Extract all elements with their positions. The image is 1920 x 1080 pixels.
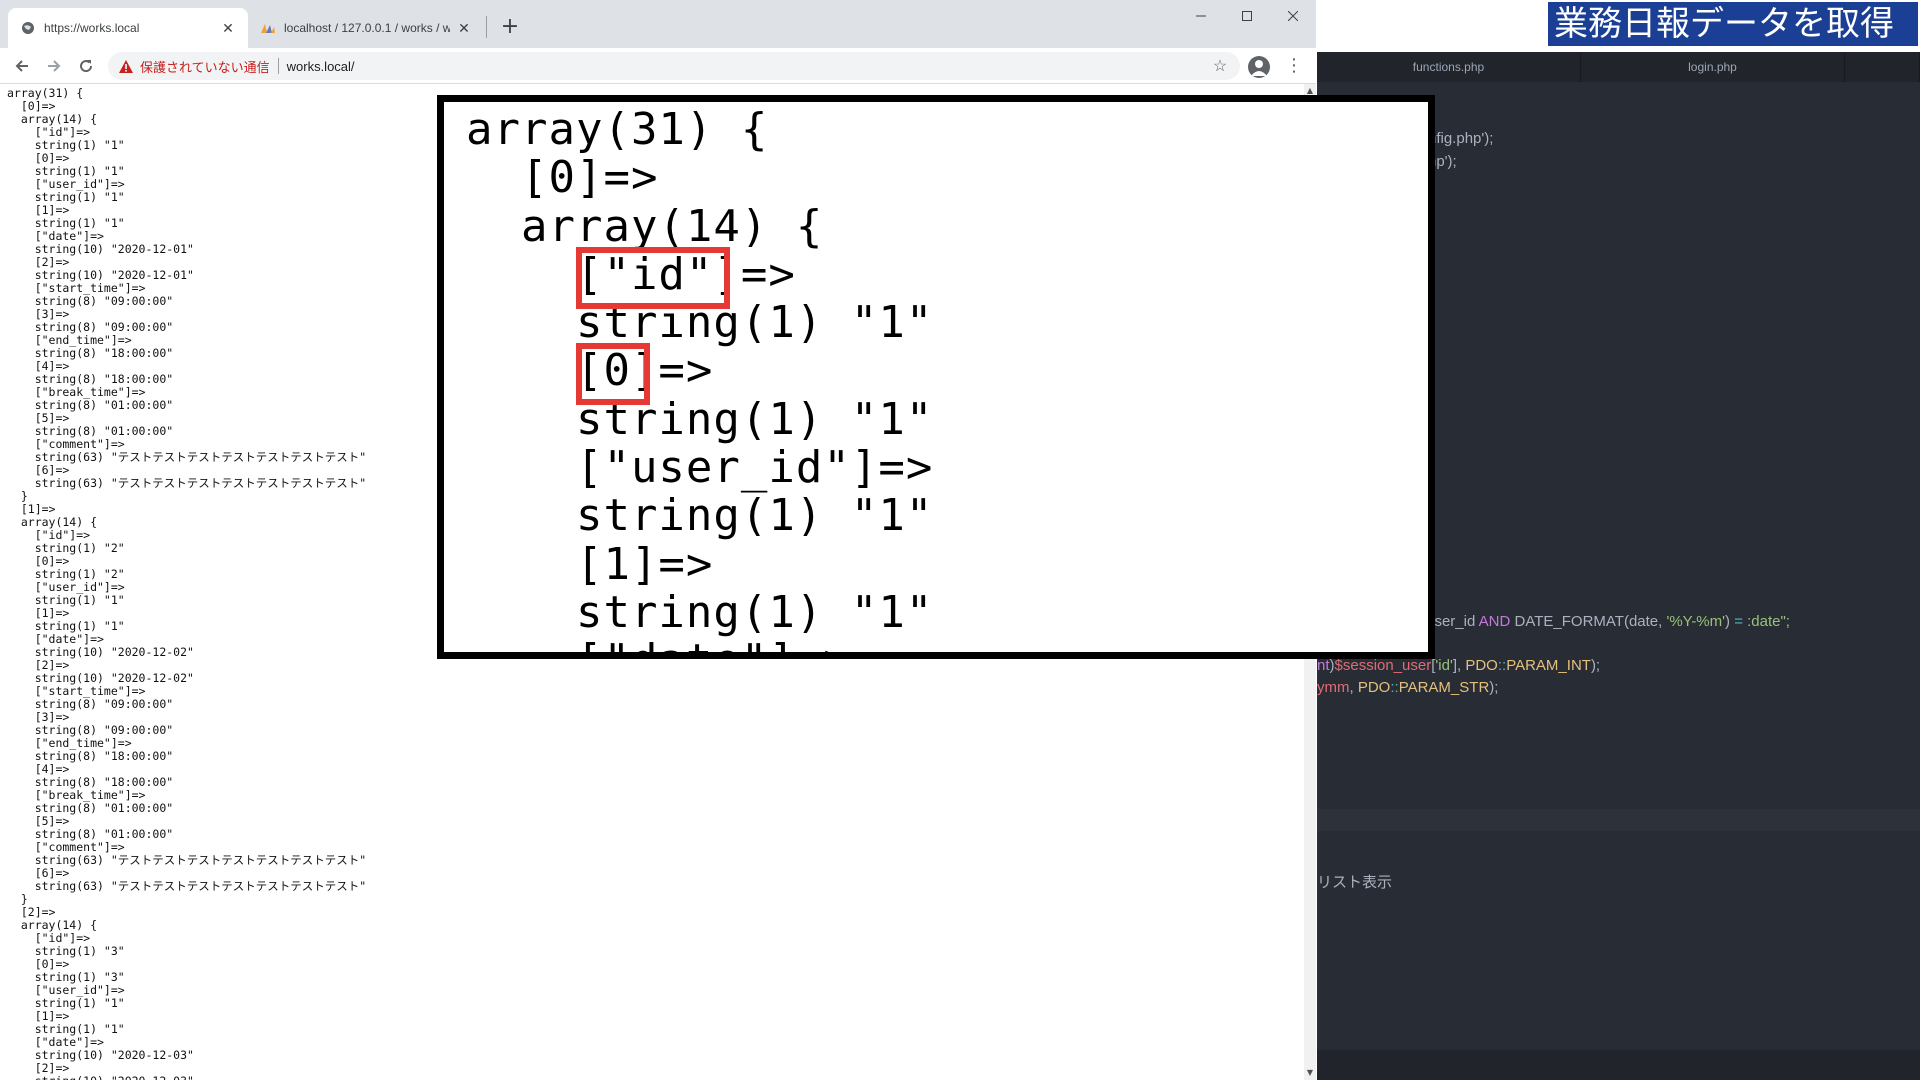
more-menu-icon[interactable]: ⋮ bbox=[1284, 54, 1304, 78]
zoom-line: string(1) "1" bbox=[466, 586, 934, 638]
dump-line: array(31) { bbox=[7, 86, 84, 100]
code-token: リスト表示 bbox=[1317, 874, 1393, 891]
code-line[interactable]: ymm, PDO::PARAM_STR); bbox=[1317, 679, 1498, 696]
editor-tabs: functions.php login.php bbox=[1317, 52, 1920, 82]
code-token: PDO bbox=[1357, 679, 1391, 696]
browser-toolbar: 保護されていない通信 works.local/ ☆ ⋮ bbox=[0, 48, 1316, 84]
editor-tab-login[interactable]: login.php bbox=[1581, 52, 1845, 82]
zoomed-var-dump: array(31) { [0]=> array(14) { ["id"]=> s… bbox=[466, 104, 934, 652]
code-token: DATE_FORMAT(date, bbox=[1514, 613, 1667, 630]
maximize-icon[interactable] bbox=[1224, 0, 1270, 32]
dump-line: } bbox=[7, 489, 28, 503]
code-token: :: bbox=[1390, 679, 1399, 696]
code-token: nt bbox=[1317, 657, 1330, 674]
close-tab-icon[interactable]: ✕ bbox=[456, 20, 472, 36]
minimize-icon[interactable] bbox=[1178, 0, 1224, 32]
close-tab-icon[interactable]: ✕ bbox=[220, 20, 236, 36]
tab-strip: https://works.local ✕ localhost / 127.0.… bbox=[0, 0, 1316, 48]
zoom-line: string(1) "1" bbox=[466, 490, 934, 542]
title-banner: 業務日報データを取得 bbox=[1546, 0, 1920, 48]
url-text[interactable]: works.local/ bbox=[287, 59, 1208, 74]
zoom-line: ["user_id"]=> bbox=[466, 442, 934, 494]
close-window-icon[interactable] bbox=[1270, 0, 1316, 32]
zoom-callout: array(31) { [0]=> array(14) { ["id"]=> s… bbox=[438, 96, 1434, 658]
code-token: :: bbox=[1497, 657, 1507, 674]
zoom-line: [1]=> bbox=[466, 538, 714, 590]
reload-icon[interactable] bbox=[72, 52, 100, 80]
back-arrow-icon[interactable] bbox=[8, 52, 36, 80]
editor-status-bar bbox=[1317, 1050, 1920, 1080]
warning-icon[interactable] bbox=[118, 58, 134, 74]
highlight-id-key bbox=[576, 247, 730, 309]
zoom-line: string(1) "1" bbox=[466, 393, 934, 445]
tab-title: https://works.local bbox=[44, 21, 140, 35]
dump-line: string(63) "テストテストテストテストテストテストテスト" bbox=[7, 879, 367, 893]
dump-line: string(10) "2020-12-03" bbox=[7, 1075, 366, 1080]
address-bar[interactable]: 保護されていない通信 works.local/ ☆ bbox=[108, 52, 1240, 80]
new-tab-button[interactable]: + bbox=[496, 14, 524, 42]
code-token: '%Y-%m' bbox=[1666, 613, 1726, 630]
var-dump-output: array(31) { [0]=> array(14) { ["id"]=> s… bbox=[7, 87, 366, 1080]
code-line[interactable]: nt)$session_user['id'], PDO::PARAM_INT); bbox=[1317, 657, 1600, 674]
editor-tab-empty bbox=[1845, 52, 1920, 82]
code-token: $session_user bbox=[1334, 657, 1432, 674]
code-token: ymm bbox=[1317, 679, 1350, 696]
dump-line: } bbox=[7, 892, 28, 906]
zoom-line: array(31) { bbox=[466, 104, 769, 155]
forward-arrow-icon[interactable] bbox=[40, 52, 68, 80]
profile-avatar-icon[interactable] bbox=[1248, 56, 1270, 78]
code-token: = bbox=[1734, 613, 1748, 630]
scroll-down-icon[interactable]: ▼ bbox=[1304, 1066, 1316, 1080]
tab-title: localhost / 127.0.0.1 / works / wo bbox=[284, 21, 450, 35]
zoom-line: [0]=> bbox=[466, 152, 659, 204]
current-line-highlight bbox=[1317, 809, 1920, 831]
code-line[interactable]: nfig.php'); bbox=[1428, 130, 1493, 147]
tab-works-local[interactable]: https://works.local ✕ bbox=[8, 8, 248, 48]
zoom-line: [0]=> bbox=[466, 345, 714, 397]
not-secure-label[interactable]: 保護されていない通信 bbox=[140, 57, 270, 76]
tab-divider bbox=[486, 16, 487, 38]
dump-line: string(63) "テストテストテストテストテストテストテスト" bbox=[7, 476, 367, 490]
code-token: ], bbox=[1452, 657, 1466, 674]
code-token: ); bbox=[1489, 679, 1499, 696]
phpmyadmin-icon bbox=[260, 20, 276, 36]
code-line[interactable]: = :user_id AND DATE_FORMAT(date, '%Y-%m'… bbox=[1409, 613, 1790, 630]
code-token: nfig.php'); bbox=[1428, 130, 1494, 147]
highlight-index-zero bbox=[576, 343, 650, 405]
code-token: PDO bbox=[1465, 657, 1498, 674]
code-token: ); bbox=[1590, 657, 1601, 674]
address-divider bbox=[277, 58, 279, 74]
tab-phpmyadmin[interactable]: localhost / 127.0.0.1 / works / wo ✕ bbox=[248, 8, 484, 48]
zoom-line: array(14) { bbox=[466, 200, 824, 252]
code-token: AND bbox=[1478, 613, 1515, 630]
code-token: PARAM_INT bbox=[1506, 657, 1591, 674]
editor-tab-functions[interactable]: functions.php bbox=[1317, 52, 1581, 82]
code-token: :date"; bbox=[1747, 613, 1790, 630]
code-token: , bbox=[1349, 679, 1358, 696]
bookmark-star-icon[interactable]: ☆ bbox=[1208, 56, 1232, 76]
code-token: 'id' bbox=[1435, 657, 1453, 674]
code-token: ) bbox=[1725, 613, 1735, 630]
code-token: PARAM_STR bbox=[1398, 679, 1490, 696]
globe-icon bbox=[20, 20, 36, 36]
zoom-line: ["date"]=> bbox=[466, 636, 933, 652]
code-comment[interactable]: リスト表示 bbox=[1317, 871, 1392, 892]
